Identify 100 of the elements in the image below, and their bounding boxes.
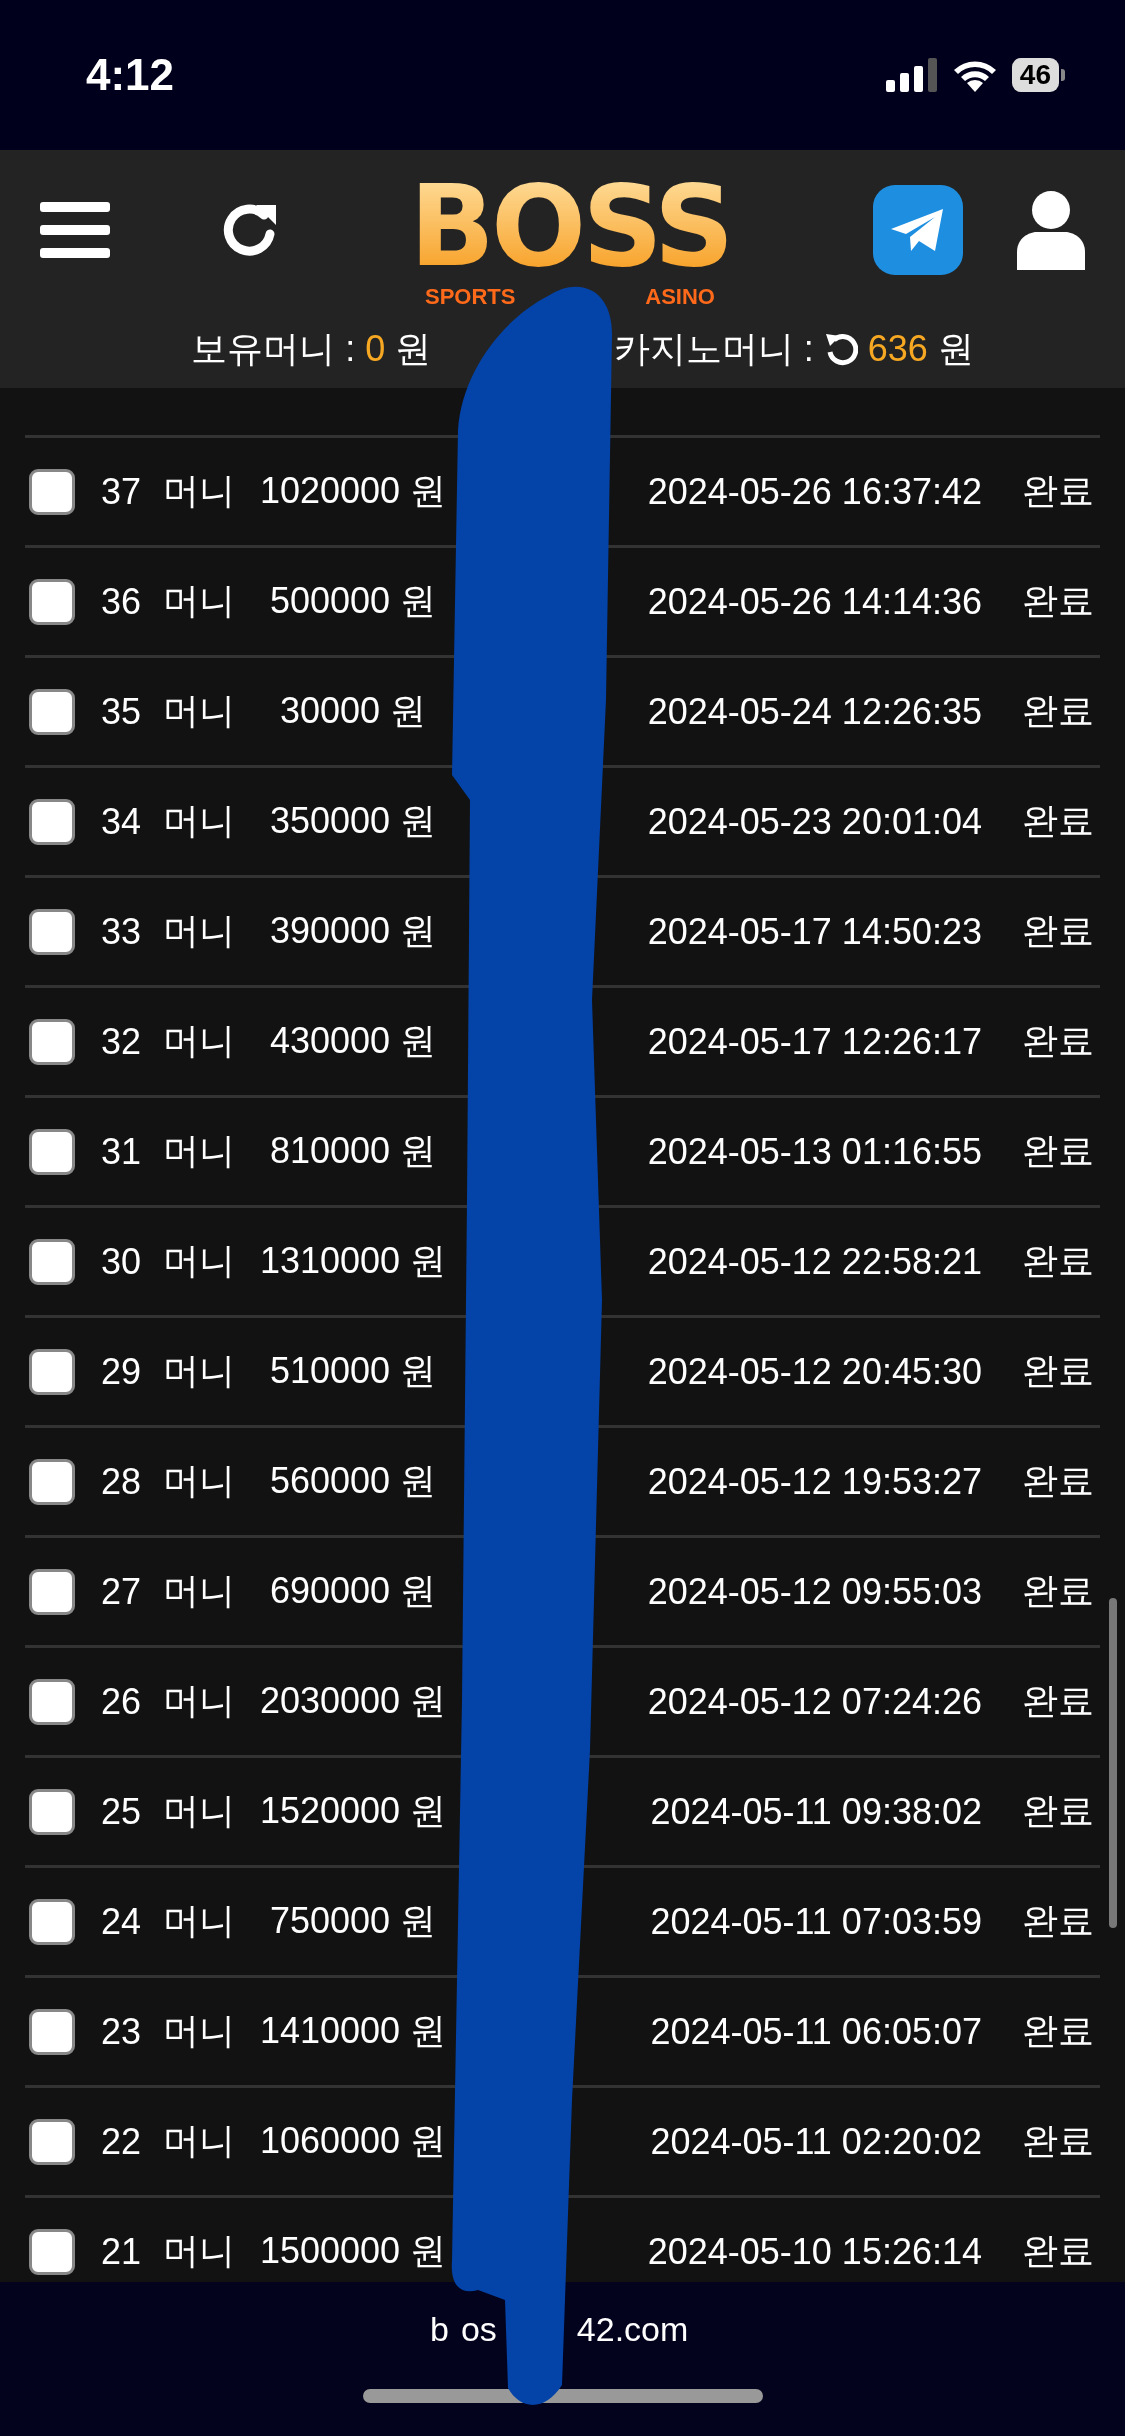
row-date: 2024-05-12 09:55:03 [647, 1570, 982, 1613]
row-date: 2024-05-10 15:26:14 [647, 2230, 982, 2273]
row-checkbox[interactable] [29, 1458, 75, 1505]
row-date: 2024-05-11 09:38:02 [650, 1790, 982, 1833]
row-status: 완료 [1022, 2119, 1094, 2163]
row-type: 머니 [163, 2119, 236, 2163]
row-status: 완료 [1022, 1569, 1094, 1613]
row-checkbox[interactable] [29, 1678, 75, 1725]
row-amount: 30000 원 [278, 689, 428, 733]
row-amount: 1060000 원 [258, 2119, 448, 2163]
row-amount: 500000 원 [268, 579, 438, 623]
row-date: 2024-05-12 22:58:21 [647, 1240, 982, 1283]
row-date: 2024-05-13 01:16:55 [647, 1130, 982, 1173]
row-type: 머니 [163, 2229, 236, 2273]
user-icon[interactable] [1017, 190, 1085, 270]
row-number: 31 [101, 1130, 143, 1173]
row-amount: 810000 원 [268, 1129, 438, 1173]
row-number: 27 [101, 1570, 143, 1613]
balance-label: 보유머니 : [191, 326, 356, 371]
row-checkbox[interactable] [29, 688, 75, 735]
row-checkbox[interactable] [29, 1128, 75, 1175]
row-type: 머니 [163, 579, 236, 623]
row-number: 23 [101, 2010, 143, 2053]
row-date: 2024-05-11 07:03:59 [650, 1900, 982, 1943]
row-date: 2024-05-17 12:26:17 [647, 1020, 982, 1063]
row-number: 35 [101, 690, 143, 733]
row-status: 완료 [1022, 1789, 1094, 1833]
row-checkbox[interactable] [29, 2228, 75, 2275]
row-amount: 1500000 원 [258, 2229, 448, 2273]
row-type: 머니 [163, 2009, 236, 2053]
row-date: 2024-05-26 16:37:42 [647, 470, 982, 513]
row-status: 완료 [1022, 1679, 1094, 1723]
row-number: 34 [101, 800, 143, 843]
row-number: 29 [101, 1350, 143, 1393]
row-date: 2024-05-26 14:14:36 [647, 580, 982, 623]
row-type: 머니 [163, 799, 236, 843]
row-checkbox[interactable] [29, 1348, 75, 1395]
status-time: 4:12 [86, 50, 175, 100]
row-type: 머니 [163, 909, 236, 953]
currency-unit: 원 [395, 326, 432, 371]
row-status: 완료 [1022, 2229, 1094, 2273]
row-status: 완료 [1022, 579, 1094, 623]
row-date: 2024-05-23 20:01:04 [647, 800, 982, 843]
row-amount: 1410000 원 [258, 2009, 448, 2053]
row-type: 머니 [163, 1679, 236, 1723]
row-number: 24 [101, 1900, 143, 1943]
row-amount: 1020000 원 [258, 469, 448, 513]
row-number: 28 [101, 1460, 143, 1503]
row-type: 머니 [163, 689, 236, 733]
row-checkbox[interactable] [29, 798, 75, 845]
row-number: 32 [101, 1020, 143, 1063]
row-checkbox[interactable] [29, 1898, 75, 1945]
row-number: 30 [101, 1240, 143, 1283]
row-checkbox[interactable] [29, 908, 75, 955]
row-checkbox[interactable] [29, 1788, 75, 1835]
paper-plane-icon[interactable] [873, 185, 963, 275]
row-checkbox[interactable] [29, 1568, 75, 1615]
signal-icon [885, 58, 938, 92]
row-checkbox[interactable] [29, 578, 75, 625]
row-checkbox[interactable] [29, 1018, 75, 1065]
menu-icon[interactable] [40, 200, 110, 260]
row-status: 완료 [1022, 1459, 1094, 1503]
row-status: 완료 [1022, 909, 1094, 953]
row-type: 머니 [163, 1019, 236, 1063]
row-status: 완료 [1022, 1899, 1094, 1943]
row-type: 머니 [163, 1569, 236, 1613]
row-date: 2024-05-12 07:24:26 [647, 1680, 982, 1723]
row-amount: 690000 원 [268, 1569, 438, 1613]
row-checkbox[interactable] [29, 2008, 75, 2055]
row-number: 33 [101, 910, 143, 953]
row-amount: 430000 원 [268, 1019, 438, 1063]
row-amount: 1520000 원 [258, 1789, 448, 1833]
row-date: 2024-05-11 06:05:07 [650, 2010, 982, 2053]
row-amount: 560000 원 [268, 1459, 438, 1503]
row-checkbox[interactable] [29, 468, 75, 515]
row-date: 2024-05-11 02:20:02 [650, 2120, 982, 2163]
row-number: 36 [101, 580, 143, 623]
currency-unit: 원 [937, 326, 974, 371]
row-checkbox[interactable] [29, 1238, 75, 1285]
row-type: 머니 [163, 469, 236, 513]
row-amount: 390000 원 [268, 909, 438, 953]
row-date: 2024-05-17 14:50:23 [647, 910, 982, 953]
row-checkbox[interactable] [29, 2118, 75, 2165]
row-amount: 750000 원 [268, 1899, 438, 1943]
row-type: 머니 [163, 1349, 236, 1393]
row-type: 머니 [163, 1899, 236, 1943]
row-status: 완료 [1022, 1349, 1094, 1393]
row-type: 머니 [163, 1239, 236, 1283]
row-date: 2024-05-12 19:53:27 [647, 1460, 982, 1503]
row-number: 26 [101, 1680, 143, 1723]
url-text[interactable]: b os 42.com [430, 2310, 689, 2349]
row-date: 2024-05-12 20:45:30 [647, 1350, 982, 1393]
balance-label: 카지노머니 : [613, 326, 814, 371]
row-status: 완료 [1022, 689, 1094, 733]
row-type: 머니 [163, 1789, 236, 1833]
row-number: 22 [101, 2120, 143, 2163]
refresh-icon[interactable] [823, 332, 858, 366]
balance-amount: 636 [867, 328, 928, 370]
row-number: 25 [101, 1790, 143, 1833]
row-status: 완료 [1022, 469, 1094, 513]
